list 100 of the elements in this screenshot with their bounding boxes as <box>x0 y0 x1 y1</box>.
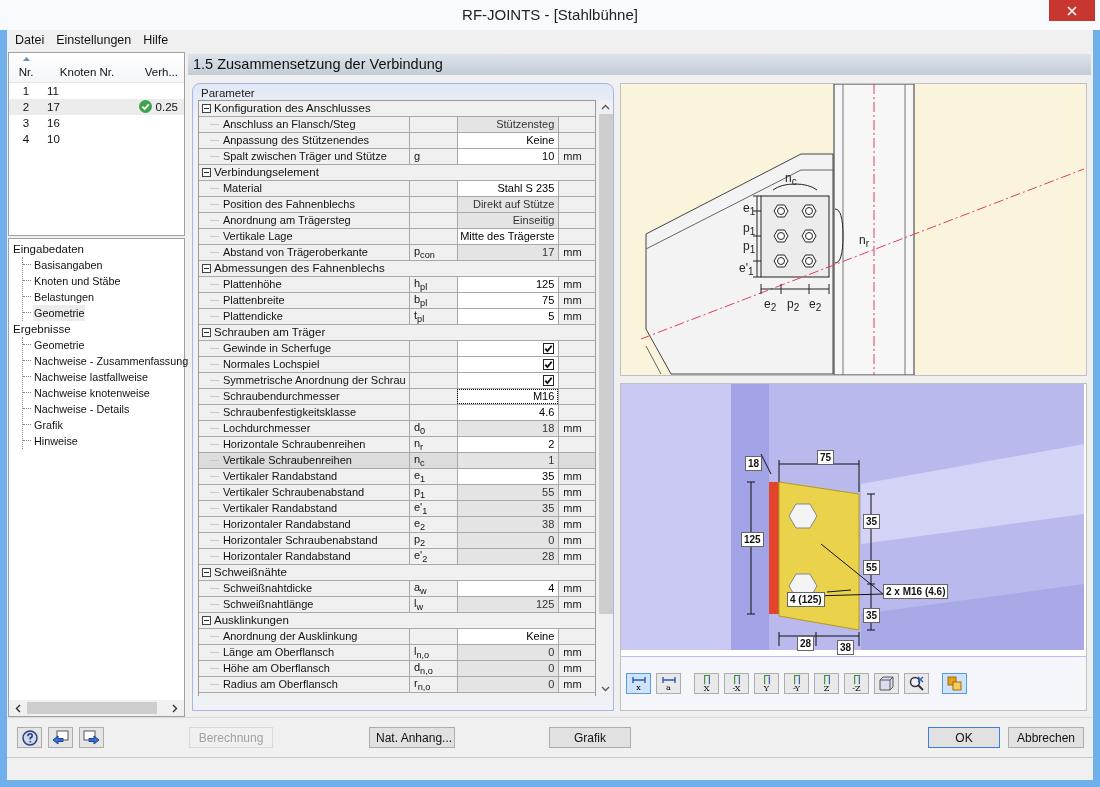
axis-icon <box>851 674 862 685</box>
parameter-row[interactable]: Horizontale Schraubenreihen n$_{r}$ 2 <box>199 436 596 453</box>
node-row[interactable]: 1 11 <box>9 82 184 99</box>
checkbox[interactable] <box>543 374 555 386</box>
parameter-row[interactable]: Symmetrische Anordnung der Schrau <box>199 372 596 389</box>
tree-item[interactable]: Belastungen <box>33 288 96 305</box>
parameter-row[interactable]: Horizontaler Schraubenabstand p$_{2}$ 0 mm <box>199 532 596 549</box>
dialog-button[interactable]: Grafik <box>549 727 631 749</box>
tree-item[interactable]: Nachweise - Zusammenfassung <box>33 352 190 369</box>
parameter-row[interactable]: Vertikaler Randabstand e$_{1}$ 35 mm <box>199 468 596 485</box>
tree-group[interactable]: Eingabedaten <box>13 240 184 257</box>
column-header[interactable]: Knoten Nr. <box>43 65 127 78</box>
parameter-row[interactable]: Abstand von Trägeroberkante p$_{con}$ 17 mm <box>199 244 596 261</box>
collapse-icon[interactable] <box>202 327 211 337</box>
collapse-icon[interactable] <box>202 103 211 113</box>
axis-icon <box>821 674 832 685</box>
parameter-label: Horizontaler Randabstand <box>221 517 352 532</box>
node-row[interactable]: 4 10 <box>9 130 184 147</box>
menu-item[interactable]: Datei <box>9 32 51 47</box>
parameter-row[interactable]: Anordnung der Ausklinkung Keine <box>199 628 596 645</box>
symbol-label: n$_{r}$ <box>414 436 424 453</box>
checkbox[interactable] <box>543 342 555 354</box>
menu-item[interactable]: Hilfe <box>137 32 175 47</box>
view-toolbar-button[interactable]: Y <box>754 673 779 694</box>
parameter-row[interactable]: Anschluss an Flansch/Steg Stützensteg <box>199 116 596 133</box>
unit-label: mm <box>563 662 582 675</box>
collapse-icon[interactable] <box>202 263 211 273</box>
checkbox[interactable] <box>543 358 555 370</box>
button-label: X <box>703 685 710 693</box>
unit-label: mm <box>563 310 582 323</box>
parameter-row[interactable]: Schraubendurchmesser M16 <box>199 388 596 405</box>
parameter-label: Material <box>221 181 263 196</box>
parameter-row[interactable]: Plattenhöhe h$_{pl}$ 125 mm <box>199 276 596 293</box>
sort-ascending-icon <box>23 56 30 61</box>
parameter-row[interactable]: Schraubenfestigkeitsklasse 4.6 <box>199 404 596 421</box>
parameter-row[interactable]: Schweißnahtdicke a$_{w}$ 4 mm <box>199 580 596 597</box>
parameter-label: Vertikaler Randabstand <box>221 501 339 516</box>
node-row[interactable]: 3 16 <box>9 114 184 131</box>
view-toolbar-button[interactable]: a <box>656 673 681 694</box>
axis-icon <box>731 674 742 685</box>
parameter-row[interactable]: Schweißnahtlänge l$_{w}$ 125 mm <box>199 596 596 613</box>
magnifier-icon <box>909 676 924 691</box>
icon-button[interactable] <box>17 727 42 749</box>
parameter-row[interactable]: Position des Fahnenblechs Direkt auf Stütze <box>199 196 596 213</box>
view-toolbar-button[interactable]: X <box>694 673 719 694</box>
tree-item[interactable]: Knoten und Stäbe <box>33 272 122 289</box>
node-row[interactable]: 2 17 0.25 <box>9 98 184 115</box>
parameter-row[interactable]: Höhe am Oberflansch d$_{n,o}$ 0 mm <box>199 660 596 677</box>
collapse-icon[interactable] <box>202 615 211 625</box>
tree-item[interactable]: Nachweise knotenweise <box>33 384 151 401</box>
tree-item[interactable]: Geometrie <box>33 336 86 353</box>
parameter-row[interactable]: Gewinde in Scherfuge <box>199 340 596 357</box>
dimension-label: e'$_{1}$ <box>739 261 754 278</box>
view-toolbar-button[interactable] <box>904 673 929 694</box>
parameter-row[interactable]: Vertikaler Schraubenabstand p$_{1}$ 55 mm <box>199 484 596 501</box>
dialog-button[interactable]: Nat. Anhang... <box>369 727 455 749</box>
parameter-row[interactable]: Länge am Oberflansch l$_{n,o}$ 0 mm <box>199 644 596 661</box>
collapse-icon[interactable] <box>202 167 211 177</box>
column-header[interactable]: Verh... <box>127 65 182 78</box>
parameter-row[interactable]: Horizontaler Randabstand e$_{2}$ 38 mm <box>199 516 596 533</box>
icon-button[interactable] <box>79 727 104 749</box>
group-label: Schweißnähte <box>214 566 287 579</box>
view-toolbar-button[interactable]: Z <box>814 673 839 694</box>
menu-item[interactable]: Einstellungen <box>50 32 138 47</box>
collapse-icon[interactable] <box>202 567 211 577</box>
view-toolbar-button[interactable]: x <box>626 673 651 694</box>
icon-button[interactable] <box>48 727 73 749</box>
parameter-row[interactable]: Vertikale Lage Mitte des Trägerste <box>199 228 596 245</box>
tree-item[interactable]: Hinweise <box>33 432 79 449</box>
horizontal-scrollbar[interactable] <box>9 700 184 717</box>
view-toolbar-button[interactable]: -X <box>724 673 749 694</box>
parameter-label: Radius am Oberflansch <box>221 677 339 692</box>
dialog-button[interactable]: OK <box>928 727 1000 749</box>
parameter-row[interactable]: Normales Lochspiel <box>199 356 596 373</box>
tree-item[interactable]: Nachweise - Details <box>33 400 131 417</box>
parameter-row[interactable]: Anordnung am Trägersteg Einseitig <box>199 212 596 229</box>
parameter-label: Lochdurchmesser <box>221 421 312 436</box>
parameter-row[interactable]: Lochdurchmesser d$_{0}$ 18 mm <box>199 420 596 437</box>
parameter-row[interactable]: Plattendicke t$_{pl}$ 5 mm <box>199 308 596 325</box>
dialog-button[interactable]: Abbrechen <box>1008 727 1084 749</box>
parameter-row[interactable]: Vertikaler Randabstand e'$_{1}$ 35 mm <box>199 500 596 517</box>
symbol-label: t$_{pl}$ <box>414 308 425 325</box>
parameter-row[interactable]: Horizontaler Randabstand e'$_{2}$ 28 mm <box>199 548 596 565</box>
column-header[interactable]: Nr. <box>9 65 43 78</box>
symbol-label: h$_{pl}$ <box>414 276 428 293</box>
tree-group[interactable]: Ergebnisse <box>13 320 184 337</box>
tree-item[interactable]: Nachweise lastfallweise <box>33 368 150 385</box>
parameter-row[interactable]: Radius am Oberflansch r$_{n,o}$ 0 mm <box>199 676 596 693</box>
unit-label: mm <box>563 518 582 531</box>
tree-item[interactable]: Basisangaben <box>33 256 104 273</box>
view-toolbar-button[interactable]: -Z <box>844 673 869 694</box>
parameter-row[interactable]: Anpassung des Stützenendes Keine <box>199 132 596 149</box>
vertical-scrollbar[interactable] <box>598 99 613 696</box>
tree-item[interactable]: Geometrie <box>33 304 86 321</box>
view-toolbar-button[interactable]: -Y <box>784 673 809 694</box>
parameter-row[interactable]: Spalt zwischen Träger und Stütze g 10 mm <box>199 148 596 165</box>
tree-item[interactable]: Grafik <box>33 416 64 433</box>
parameter-row[interactable]: Material Stahl S 235 <box>199 180 596 197</box>
close-button[interactable] <box>1049 0 1095 21</box>
parameter-row[interactable]: Plattenbreite b$_{pl}$ 75 mm <box>199 292 596 309</box>
